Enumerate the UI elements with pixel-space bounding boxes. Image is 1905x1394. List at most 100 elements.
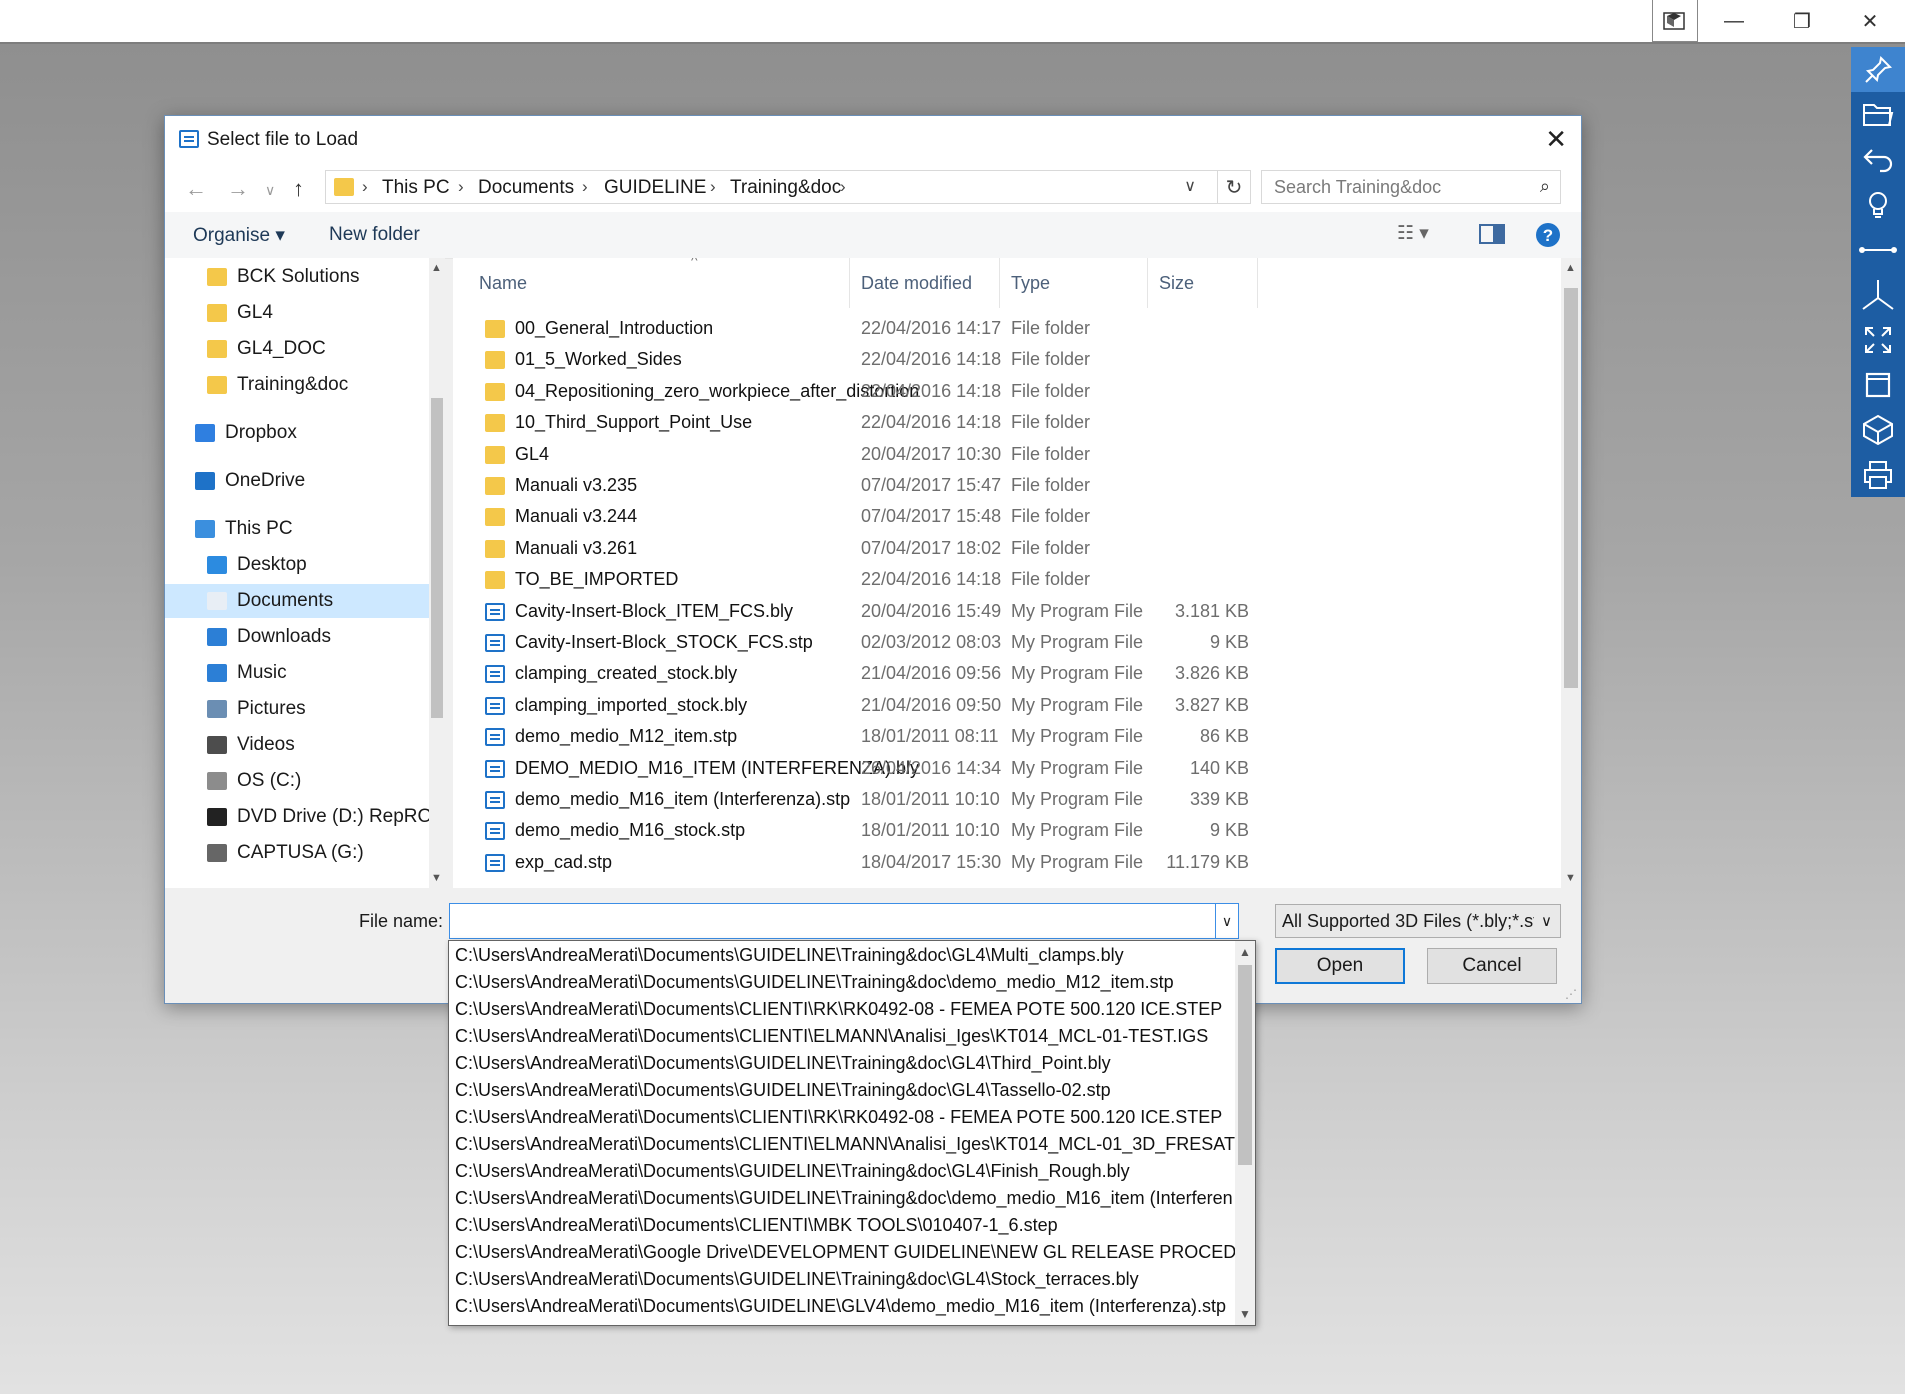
measure-distance-icon[interactable]	[1851, 227, 1905, 272]
recent-file-item[interactable]: C:\Users\AndreaMerati\Documents\GUIDELIN…	[455, 972, 1235, 999]
minimize-button[interactable]: —	[1700, 0, 1768, 42]
axes-icon[interactable]	[1851, 272, 1905, 317]
column-divider[interactable]	[999, 258, 1000, 308]
pin-icon[interactable]	[1851, 47, 1905, 92]
resize-grip-icon[interactable]: ⋰	[1565, 987, 1577, 1001]
recent-file-item[interactable]: C:\Users\AndreaMerati\Documents\CLIENTI\…	[455, 1107, 1235, 1134]
scrollbar-thumb[interactable]	[1238, 965, 1252, 1165]
open-button[interactable]: Open	[1275, 948, 1405, 984]
restore-button[interactable]: ❐	[1768, 0, 1836, 42]
file-row[interactable]: DEMO_MEDIO_M16_ITEM (INTERFERENZA).bly 26…	[453, 754, 1533, 785]
sidebar-item-os-c[interactable]: OS (C:)	[207, 764, 301, 798]
sidebar-item-onedrive[interactable]: OneDrive	[195, 464, 305, 498]
scroll-up-icon[interactable]: ▲	[431, 262, 442, 274]
recent-file-item[interactable]: C:\Users\AndreaMerati\Documents\CLIENTI\…	[455, 999, 1235, 1026]
file-type-filter[interactable]: All Supported 3D Files (*.bly;*.st ∨	[1275, 904, 1561, 938]
open-folder-icon[interactable]	[1851, 92, 1905, 137]
breadcrumb-documents[interactable]: Documents	[478, 177, 574, 199]
box-view-icon[interactable]	[1851, 362, 1905, 407]
solid-view-icon[interactable]	[1851, 407, 1905, 452]
sidebar-item-this-pc[interactable]: This PC	[195, 512, 293, 546]
breadcrumb-training[interactable]: Training&doc	[730, 177, 841, 199]
cancel-button[interactable]: Cancel	[1427, 948, 1557, 984]
undo-icon[interactable]	[1851, 137, 1905, 182]
breadcrumb-guideline[interactable]: GUIDELINE	[604, 177, 706, 199]
sidebar-item-training-doc[interactable]: Training&doc	[207, 368, 348, 402]
recent-file-item[interactable]: C:\Users\AndreaMerati\Documents\GUIDELIN…	[455, 1080, 1235, 1107]
sidebar-item-dropbox[interactable]: Dropbox	[195, 416, 297, 450]
recent-file-item[interactable]: C:\Users\AndreaMerati\Documents\CLIENTI\…	[455, 1026, 1235, 1053]
breadcrumb-separator-icon[interactable]: ›	[582, 177, 588, 197]
sidebar-item-captusa-g[interactable]: CAPTUSA (G:)	[207, 836, 364, 870]
breadcrumb-separator-icon[interactable]: ›	[710, 177, 716, 197]
recent-file-item[interactable]: C:\Users\AndreaMerati\Documents\GUIDELIN…	[455, 1053, 1235, 1080]
close-app-button[interactable]: ✕	[1836, 0, 1904, 42]
sidebar-item-videos[interactable]: Videos	[207, 728, 295, 762]
view-options-icon[interactable]: ☷ ▾	[1397, 222, 1429, 245]
chevron-down-icon[interactable]: ∨	[1541, 912, 1552, 930]
scrollbar-thumb[interactable]	[1564, 288, 1578, 688]
file-row[interactable]: Manuali v3.235 07/04/2017 15:47 File folde…	[453, 471, 1533, 502]
file-row[interactable]: clamping_imported_stock.bly 21/04/2016 09…	[453, 691, 1533, 722]
file-row[interactable]: 04_Repositioning_zero_workpiece_after_di…	[453, 377, 1533, 408]
file-row[interactable]: TO_BE_IMPORTED 22/04/2016 14:18 File folde…	[453, 565, 1533, 596]
chevron-down-icon[interactable]: ∨	[1215, 904, 1238, 938]
recent-file-item[interactable]: C:\Users\AndreaMerati\Documents\GUIDELIN…	[455, 945, 1235, 972]
sidebar-item-dvd-drive-d-reprom[interactable]: DVD Drive (D:) RepROM	[207, 800, 445, 834]
file-list-scrollbar[interactable]: ▲ ▼	[1561, 258, 1581, 888]
scroll-up-icon[interactable]: ▲	[1235, 945, 1255, 959]
new-folder-button[interactable]: New folder	[329, 224, 420, 246]
column-header-size[interactable]: Size	[1159, 258, 1194, 308]
preview-pane-icon[interactable]	[1479, 224, 1505, 250]
file-name-input[interactable]: ∨	[449, 903, 1239, 939]
breadcrumb-this-pc[interactable]: This PC	[382, 177, 450, 199]
file-row[interactable]: Cavity-Insert-Block_STOCK_FCS.stp 02/03/2…	[453, 628, 1533, 659]
file-row[interactable]: Cavity-Insert-Block_ITEM_FCS.bly 20/04/20…	[453, 597, 1533, 628]
file-row[interactable]: demo_medio_M16_stock.stp 18/01/2011 10:10…	[453, 816, 1533, 847]
breadcrumb-separator-icon[interactable]: ›	[362, 177, 368, 197]
back-arrow-icon[interactable]: ←	[185, 176, 207, 202]
sidebar-item-desktop[interactable]: Desktop	[207, 548, 307, 582]
file-row[interactable]: 01_5_Worked_Sides 22/04/2016 14:18 File fo…	[453, 345, 1533, 376]
scrollbar-thumb[interactable]	[431, 398, 443, 718]
search-icon[interactable]: ⌕	[1540, 176, 1550, 197]
scroll-down-icon[interactable]: ▼	[1235, 1307, 1255, 1321]
dropdown-scrollbar[interactable]: ▲ ▼	[1235, 941, 1255, 1325]
fit-view-icon[interactable]	[1851, 317, 1905, 362]
recent-locations-chevron-icon[interactable]: ∨	[265, 182, 275, 199]
column-divider[interactable]	[1257, 258, 1258, 308]
recent-file-item[interactable]: C:\Users\AndreaMerati\Documents\CLIENTI\…	[455, 1134, 1235, 1161]
column-header-name[interactable]: Name	[479, 258, 527, 308]
sidebar-item-gl4-doc[interactable]: GL4_DOC	[207, 332, 326, 366]
file-row[interactable]: Manuali v3.261 07/04/2017 18:02 File folde…	[453, 534, 1533, 565]
dialog-close-button[interactable]: ✕	[1545, 124, 1567, 155]
print-icon[interactable]	[1851, 452, 1905, 497]
sidebar-item-pictures[interactable]: Pictures	[207, 692, 306, 726]
file-row[interactable]: demo_medio_M12_item.stp 18/01/2011 08:11 M…	[453, 722, 1533, 753]
search-box[interactable]: Search Training&doc ⌕	[1261, 170, 1561, 204]
breadcrumb-separator-icon[interactable]: ›	[840, 177, 846, 197]
file-row[interactable]: GL4 20/04/2017 10:30 File folder	[453, 440, 1533, 471]
file-row[interactable]: 10_Third_Support_Point_Use 22/04/2016 14:…	[453, 408, 1533, 439]
up-arrow-icon[interactable]: ↑	[293, 176, 304, 202]
recent-file-item[interactable]: C:\Users\AndreaMerati\Documents\GUIDELIN…	[455, 1161, 1235, 1188]
address-dropdown-icon[interactable]: ∨	[1184, 176, 1196, 196]
column-divider[interactable]	[849, 258, 850, 308]
breadcrumb-separator-icon[interactable]: ›	[458, 177, 464, 197]
recent-file-item[interactable]: C:\Users\AndreaMerati\Documents\CLIENTI\…	[455, 1215, 1235, 1242]
help-icon[interactable]: ?	[1535, 222, 1561, 254]
scroll-up-icon[interactable]: ▲	[1565, 262, 1576, 274]
forward-arrow-icon[interactable]: →	[227, 176, 249, 202]
sidebar-item-documents[interactable]: Documents	[165, 584, 445, 618]
sidebar-item-bck-solutions[interactable]: BCK Solutions	[207, 260, 360, 294]
scroll-down-icon[interactable]: ▼	[431, 872, 442, 884]
lightbulb-icon[interactable]	[1851, 182, 1905, 227]
sidebar-item-gl4[interactable]: GL4	[207, 296, 273, 330]
column-header-type[interactable]: Type	[1011, 258, 1050, 308]
recent-file-item[interactable]: C:\Users\AndreaMerati\Documents\GUIDELIN…	[455, 1269, 1235, 1296]
file-row[interactable]: clamping_created_stock.bly 21/04/2016 09:…	[453, 659, 1533, 690]
sidebar-item-downloads[interactable]: Downloads	[207, 620, 331, 654]
address-bar[interactable]: › This PC › Documents › GUIDELINE › Trai…	[325, 170, 1241, 204]
recent-file-item[interactable]: C:\Users\AndreaMerati\Google Drive\DEVEL…	[455, 1242, 1235, 1269]
refresh-icon[interactable]: ↻	[1217, 170, 1251, 204]
